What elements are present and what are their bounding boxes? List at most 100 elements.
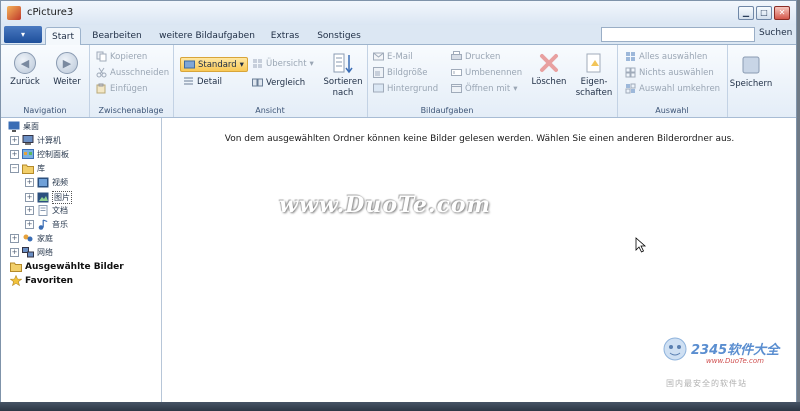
cut-button[interactable]: Ausschneiden	[96, 67, 169, 78]
tree-item-selected-images[interactable]: Ausgewählte Bilder	[10, 261, 124, 272]
expand-icon[interactable]: +	[10, 150, 19, 159]
open-with-label: Öffnen mit	[465, 83, 511, 94]
select-none-button[interactable]: Nichts auswählen	[625, 67, 714, 78]
tree-item-desktop[interactable]: 桌面	[8, 121, 39, 132]
no-images-message: Von dem ausgewählten Ordner können keine…	[224, 134, 735, 144]
print-button[interactable]: Drucken	[451, 51, 500, 62]
delete-button[interactable]: Löschen	[529, 51, 569, 88]
tree-item-computer[interactable]: + 计算机	[10, 135, 61, 146]
tab-extras[interactable]: Extras	[265, 27, 305, 44]
tree-label-videos: 视频	[52, 178, 68, 187]
tree-item-favorites[interactable]: Favoriten	[10, 275, 73, 286]
grid-view-icon	[184, 60, 195, 69]
background-label: Hintergrund	[387, 83, 439, 94]
wallpaper-icon	[373, 83, 384, 93]
rename-button[interactable]: Umbenennen	[451, 67, 522, 78]
properties-label-line1: Eigen-	[580, 77, 608, 87]
back-button[interactable]: ◀ Zurück	[10, 51, 40, 88]
cut-label: Ausschneiden	[110, 67, 170, 78]
tree-item-music[interactable]: + 音乐	[25, 219, 68, 230]
logo-url-text: www.DuoTe.com	[706, 357, 764, 365]
forward-button[interactable]: ▶ Weiter	[52, 51, 82, 88]
expand-icon[interactable]: +	[25, 220, 34, 229]
expand-icon[interactable]: +	[10, 248, 19, 257]
sort-by-button[interactable]: Sortieren nach	[323, 51, 363, 99]
scissors-icon	[96, 67, 107, 78]
expand-icon[interactable]: +	[25, 206, 34, 215]
collapse-icon[interactable]: −	[10, 164, 19, 173]
app-menu-button[interactable]: ▾	[4, 26, 42, 43]
expand-icon[interactable]: +	[10, 234, 19, 243]
properties-button[interactable]: Eigen- schaften	[573, 51, 615, 99]
homegroup-icon	[23, 234, 33, 242]
compare-button[interactable]: Vergleich	[252, 77, 305, 88]
tab-bearbeiten[interactable]: Bearbeiten	[87, 27, 147, 44]
delete-x-icon	[537, 51, 561, 75]
detail-view-label: Detail	[197, 76, 223, 87]
copy-button[interactable]: Kopieren	[96, 51, 147, 62]
tab-sonstiges[interactable]: Sonstiges	[313, 27, 365, 44]
select-none-icon	[625, 67, 636, 78]
tab-start[interactable]: Start	[45, 27, 81, 45]
tree-label-documents: 文档	[52, 206, 68, 215]
invert-selection-label: Auswahl umkehren	[639, 83, 721, 94]
tree-item-pictures[interactable]: + 图片	[25, 191, 72, 204]
tree-item-library[interactable]: − 库	[10, 163, 45, 174]
tree-label-library: 库	[37, 164, 45, 173]
ribbon-tab-row: ▾ Start Bearbeiten weitere Bildaufgaben …	[1, 25, 796, 45]
save-button[interactable]: Speichern	[729, 53, 773, 90]
select-all-button[interactable]: Alles auswählen	[625, 51, 707, 62]
image-size-button[interactable]: Bildgröße	[373, 67, 427, 78]
select-all-label: Alles auswählen	[639, 51, 708, 62]
title-bar: cPicture3 ▁ □ ✕	[1, 1, 796, 25]
expand-icon[interactable]: +	[25, 193, 34, 202]
selection-group: Alles auswählen Nichts auswählen Auswahl…	[617, 45, 728, 117]
tree-label-homegroup: 家庭	[37, 234, 53, 243]
compare-icon	[252, 78, 263, 87]
search-input[interactable]	[601, 27, 755, 42]
detail-view-button[interactable]: Detail	[183, 76, 222, 87]
favorites-star-icon	[10, 275, 22, 286]
select-all-icon	[626, 52, 635, 61]
overview-button[interactable]: Übersicht ▾	[252, 58, 314, 69]
tree-item-control-panel[interactable]: + 控制面板	[10, 149, 69, 160]
minimize-button[interactable]: ▁	[738, 6, 754, 20]
tree-item-documents[interactable]: + 文档	[25, 205, 68, 216]
expand-icon[interactable]: +	[10, 136, 19, 145]
back-label: Zurück	[10, 77, 40, 87]
maximize-button[interactable]: □	[756, 6, 772, 20]
invert-selection-button[interactable]: Auswahl umkehren	[625, 83, 720, 94]
paste-button[interactable]: Einfügen	[96, 83, 148, 94]
open-with-button[interactable]: Öffnen mit ▾	[451, 83, 518, 94]
image-tasks-group-label: Bildaufgaben	[420, 106, 474, 115]
tree-item-videos[interactable]: + 视频	[25, 177, 68, 188]
folder-tree[interactable]: 桌面 + 计算机 + 控制面板 − 库 + 视频 + 图片 + 文档 + 音乐 …	[1, 118, 162, 408]
image-tasks-group: E-Mail Bildgröße Hintergrund Drucken Umb…	[367, 45, 618, 117]
invert-selection-icon	[625, 83, 636, 94]
tree-item-homegroup[interactable]: + 家庭	[10, 233, 53, 244]
network-icon	[22, 247, 34, 258]
clipboard-group: Kopieren Ausschneiden Einfügen Zwischena…	[89, 45, 174, 117]
video-icon	[37, 177, 49, 188]
tree-label-computer: 计算机	[37, 136, 61, 145]
dropdown-arrow-icon: ▾	[239, 59, 244, 70]
overview-grid-icon	[253, 59, 262, 68]
tab-weitere-bildaufgaben[interactable]: weitere Bildaufgaben	[157, 27, 257, 44]
view-group: Standard ▾ Detail Übersicht ▾ Vergleich	[173, 45, 368, 117]
email-button[interactable]: E-Mail	[373, 51, 413, 62]
expand-icon[interactable]: +	[25, 178, 34, 187]
app-window: cPicture3 ▁ □ ✕ ▾ Start Bearbeiten weite…	[0, 0, 797, 409]
close-button[interactable]: ✕	[774, 6, 790, 20]
tree-label-selected-images: Ausgewählte Bilder	[25, 261, 124, 272]
background-button[interactable]: Hintergrund	[373, 83, 438, 94]
mouse-cursor-icon	[635, 237, 647, 253]
standard-view-button[interactable]: Standard ▾	[180, 57, 248, 72]
resize-icon	[373, 67, 384, 78]
delete-label: Löschen	[531, 77, 567, 87]
envelope-icon	[373, 52, 384, 61]
search-button[interactable]: Suchen	[759, 28, 792, 38]
tree-item-network[interactable]: + 网络	[10, 247, 53, 258]
sort-label-line2: nach	[332, 88, 354, 98]
selected-images-folder-icon	[10, 262, 22, 272]
tree-label-desktop: 桌面	[23, 122, 39, 131]
